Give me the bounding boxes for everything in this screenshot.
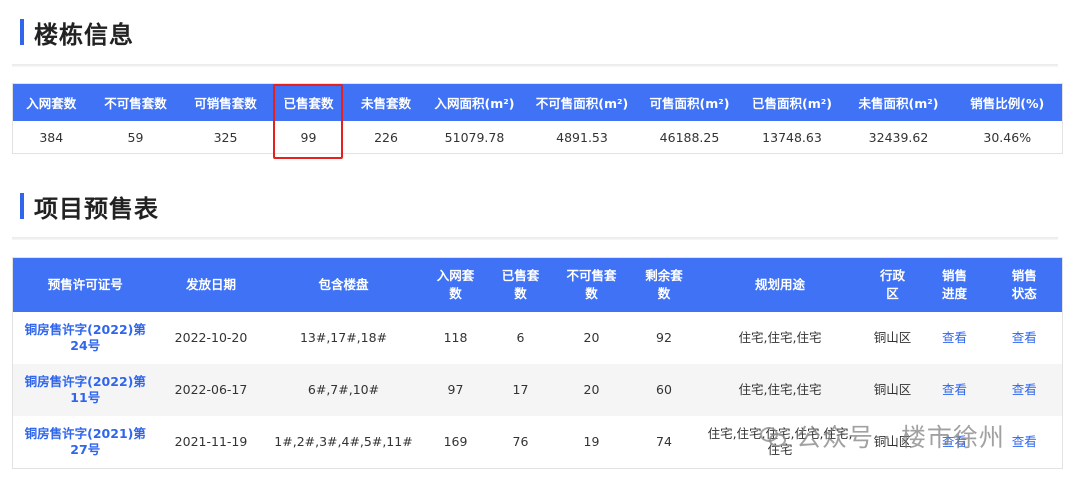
issue-date: 2021-11-19 (174, 434, 248, 449)
value-cell: 13748.63 (762, 129, 822, 145)
header-cell: 入网套数 (12, 83, 90, 121)
value-cell: 4891.53 (556, 129, 608, 145)
remaining-units: 74 (656, 434, 672, 449)
header-cell: 规划用途 (697, 257, 863, 312)
watermark-text: 公众号 · 楼市徐州 (796, 423, 1005, 452)
building-header-row: 入网套数 不可售套数 可销售套数 已售套数 未售套数 入网面积(m²) 不可售面… (12, 83, 1063, 121)
wechat-icon (760, 425, 786, 447)
permit-link[interactable]: 铜房售许字(2022)第24号 (13, 312, 158, 364)
section-divider (12, 64, 1058, 67)
header-cell: 剩余套数 (630, 257, 698, 312)
remaining-units: 60 (656, 382, 672, 397)
header-cell: 未售套数 (347, 83, 425, 121)
presale-header-row: 预售许可证号 发放日期 包含楼盘 入网套数 已售套数 不可售套数 剩余套数 规划… (12, 257, 1063, 312)
planned-usage: 住宅,住宅,住宅 (738, 330, 822, 345)
remaining-units: 92 (656, 330, 672, 345)
sold-count-highlight-box (273, 84, 343, 159)
unsellable-units: 20 (583, 382, 600, 397)
unsellable-units: 19 (583, 434, 600, 449)
building-value-row: 384 59 325 99 226 51079.78 4891.53 46188… (13, 121, 1063, 154)
header-cell: 入网套数 (422, 257, 489, 312)
header-cell: 可售面积(m²) (639, 83, 740, 121)
value-cell: 30.46% (983, 129, 1032, 145)
header-cell: 不可售面积(m²) (524, 83, 640, 121)
unsellable-units: 20 (583, 330, 600, 345)
header-cell: 未售面积(m²) (844, 83, 953, 121)
table-row: 铜房售许字(2022)第11号 2022-06-17 6#,7#,10# 97 … (12, 364, 1063, 416)
buildings: 1#,2#,3#,4#,5#,11# (274, 434, 413, 449)
value-cell: 51079.78 (444, 129, 505, 145)
buildings: 13#,17#,18# (299, 330, 388, 345)
status-view-link[interactable]: 查看 (987, 312, 1063, 364)
net-units: 169 (443, 434, 468, 449)
progress-view-link[interactable]: 查看 (923, 364, 987, 416)
district: 铜山区 (873, 382, 912, 397)
issue-date: 2022-10-20 (174, 330, 248, 345)
value-cell: 46188.25 (659, 129, 720, 145)
value-cell: 32439.62 (868, 129, 929, 145)
header-cell: 销售进度 (922, 257, 987, 312)
buildings: 6#,7#,10# (307, 382, 380, 397)
header-cell: 不可售套数 (89, 83, 182, 121)
planned-usage: 住宅,住宅,住宅 (738, 382, 822, 397)
net-units: 118 (443, 330, 468, 345)
header-cell: 销售比例(%) (952, 83, 1063, 121)
building-info-title: 楼栋信息 (34, 20, 134, 49)
sold-units: 17 (512, 382, 529, 397)
header-cell: 发放日期 (157, 257, 265, 312)
permit-link[interactable]: 铜房售许字(2022)第11号 (13, 364, 158, 416)
header-cell: 预售许可证号 (12, 257, 158, 312)
header-cell: 可销售套数 (181, 83, 270, 121)
heading-accent-bar (20, 19, 24, 45)
issue-date: 2022-06-17 (174, 382, 248, 397)
section-divider (12, 237, 1058, 240)
header-cell: 已售面积(m²) (739, 83, 845, 121)
presale-title: 项目预售表 (34, 194, 159, 223)
permit-link[interactable]: 铜房售许字(2021)第27号 (13, 416, 158, 469)
value-cell: 59 (127, 129, 144, 145)
header-cell: 包含楼盘 (264, 257, 423, 312)
header-cell: 不可售套数 (552, 257, 631, 312)
value-cell: 384 (39, 129, 64, 145)
district: 铜山区 (873, 330, 912, 345)
progress-view-link[interactable]: 查看 (923, 312, 987, 364)
heading-accent-bar (20, 193, 24, 219)
status-view-link[interactable]: 查看 (987, 364, 1063, 416)
table-row: 铜房售许字(2022)第24号 2022-10-20 13#,17#,18# 1… (12, 312, 1063, 364)
net-units: 97 (447, 382, 464, 397)
header-cell: 已售套数 (488, 257, 553, 312)
presale-heading: 项目预售表 (20, 191, 159, 223)
sold-units: 76 (512, 434, 529, 449)
value-cell: 325 (213, 129, 238, 145)
watermark: 公众号 · 楼市徐州 (760, 418, 1005, 454)
sold-units: 6 (516, 330, 525, 345)
header-cell: 销售状态 (986, 257, 1063, 312)
header-cell: 入网面积(m²) (424, 83, 525, 121)
header-cell: 行政区 (862, 257, 923, 312)
building-info-heading: 楼栋信息 (20, 17, 134, 49)
value-cell: 226 (374, 129, 398, 145)
building-info-table: 入网套数 不可售套数 可销售套数 已售套数 未售套数 入网面积(m²) 不可售面… (12, 83, 1063, 154)
